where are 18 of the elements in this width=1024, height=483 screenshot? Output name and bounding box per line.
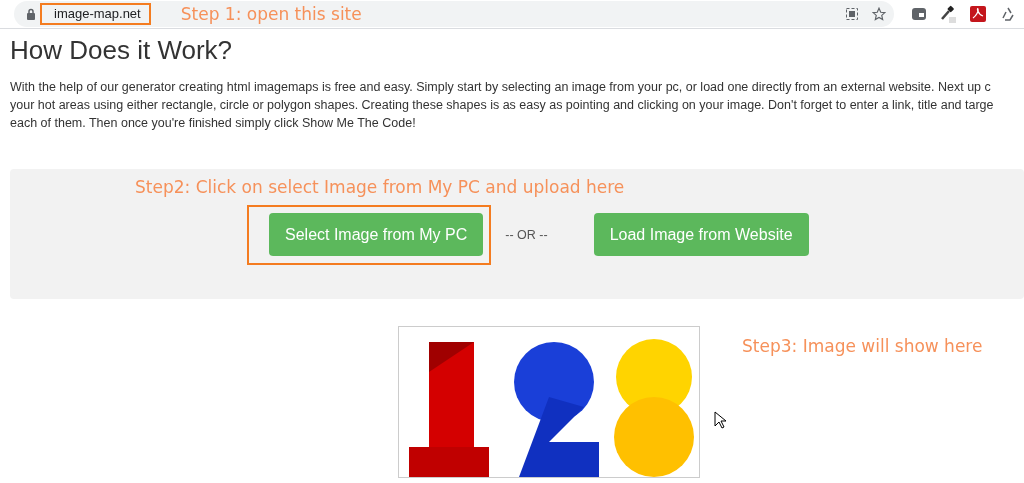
step-note: Step3: Image will show here: [742, 336, 983, 356]
page-heading: How Does it Work?: [10, 35, 234, 66]
recycle-icon[interactable]: [1000, 6, 1016, 22]
qr-icon[interactable]: [846, 8, 858, 20]
lock-icon: [26, 8, 36, 20]
url-text[interactable]: image-map.net: [40, 3, 151, 25]
cursor-icon: [714, 411, 726, 429]
intro-text-line: With the help of our generator creating html imagemaps is free and easy. Simply start by selecting an image from your pc, or load one directly from an external website. Next up c: [10, 79, 992, 96]
eyedropper-icon[interactable]: [940, 5, 956, 23]
intro-text-line: your hot areas using either rectangle, circle or polygon shapes. Creating these shapes is as easy as pointing and clicking on your image. Don't forget to enter a link, title and targe: [10, 97, 995, 114]
extension-icon[interactable]: [912, 7, 926, 21]
step-note: Step2: Click on select Image from My PC and upload here: [135, 177, 625, 197]
step-note: Step 1: open this site: [180, 4, 362, 24]
star-icon[interactable]: [872, 7, 886, 21]
pdf-icon[interactable]: [970, 6, 986, 22]
or-separator: -- OR --: [505, 228, 548, 242]
intro-text-line: each of them. Then once you're finished simply click Show Me The Code!: [10, 115, 417, 132]
address-bar[interactable]: image-map.net Step 1: open this site: [14, 1, 894, 27]
